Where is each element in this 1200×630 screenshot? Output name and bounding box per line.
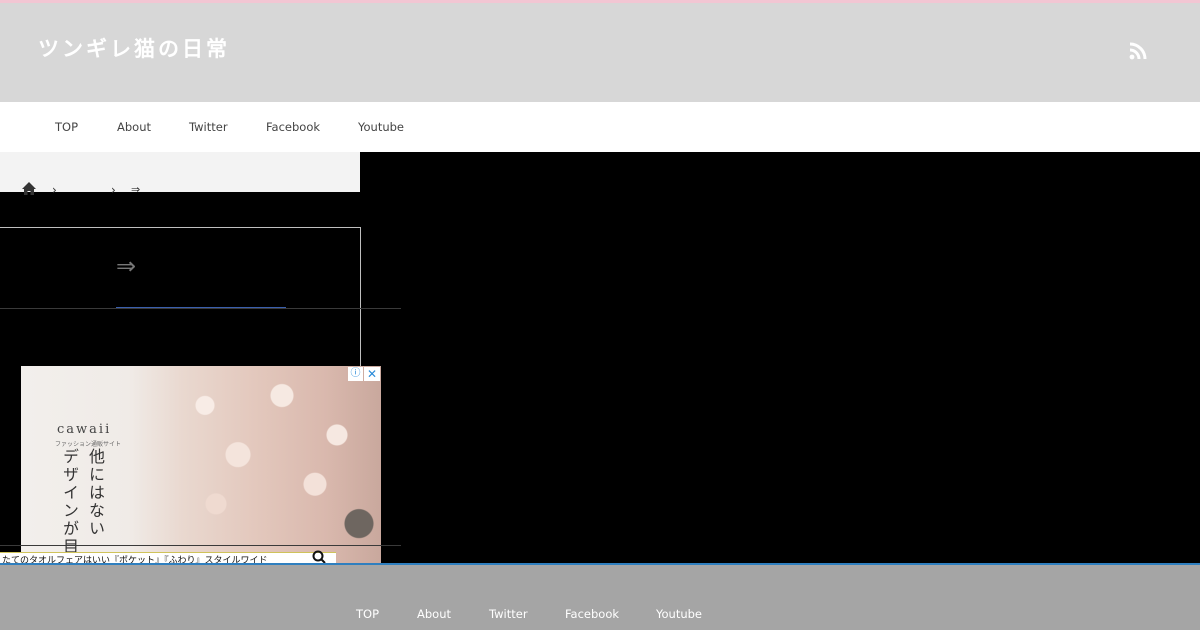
- search-icon[interactable]: [312, 550, 326, 564]
- article-title: ⇒: [116, 252, 137, 280]
- nav-item-about[interactable]: About: [117, 120, 151, 134]
- footer-item-facebook[interactable]: Facebook: [565, 607, 619, 621]
- advertisement[interactable]: cawaii ファッション通販サイト 他にはない デザインが目 ⓘ ✕: [21, 366, 381, 563]
- divider: [0, 545, 401, 546]
- nav-item-facebook[interactable]: Facebook: [266, 120, 320, 134]
- ad-subtitle: ファッション通販サイト: [55, 441, 122, 448]
- article-frame: [0, 227, 361, 366]
- ad-info-icon[interactable]: ⓘ: [348, 367, 363, 381]
- site-footer: TOP About Twitter Facebook Youtube: [0, 565, 1200, 630]
- ad-tagline: デザインが目: [60, 448, 79, 556]
- ad-close-icon[interactable]: ✕: [364, 367, 380, 381]
- ad-tagline: 他にはない: [86, 448, 105, 538]
- breadcrumb-separator: ›: [52, 183, 57, 197]
- nav-item-twitter[interactable]: Twitter: [189, 120, 228, 134]
- divider: [0, 308, 401, 309]
- footer-item-about[interactable]: About: [417, 607, 451, 621]
- footer-item-twitter[interactable]: Twitter: [489, 607, 528, 621]
- site-header: ツンギレ猫の日常: [0, 3, 1200, 102]
- home-icon[interactable]: [21, 181, 37, 197]
- rss-icon[interactable]: [1128, 41, 1148, 61]
- footer-item-youtube[interactable]: Youtube: [656, 607, 702, 621]
- footer-item-top[interactable]: TOP: [356, 607, 379, 621]
- main-nav: TOP About Twitter Facebook Youtube: [0, 102, 1200, 152]
- breadcrumb-separator: ›: [111, 183, 116, 197]
- ad-product-image: [161, 366, 381, 563]
- nav-item-top[interactable]: TOP: [55, 120, 78, 134]
- nav-item-youtube[interactable]: Youtube: [358, 120, 404, 134]
- breadcrumb-current: ⇒: [131, 183, 141, 196]
- ad-brand: cawaii: [57, 422, 112, 437]
- site-title[interactable]: ツンギレ猫の日常: [38, 33, 230, 63]
